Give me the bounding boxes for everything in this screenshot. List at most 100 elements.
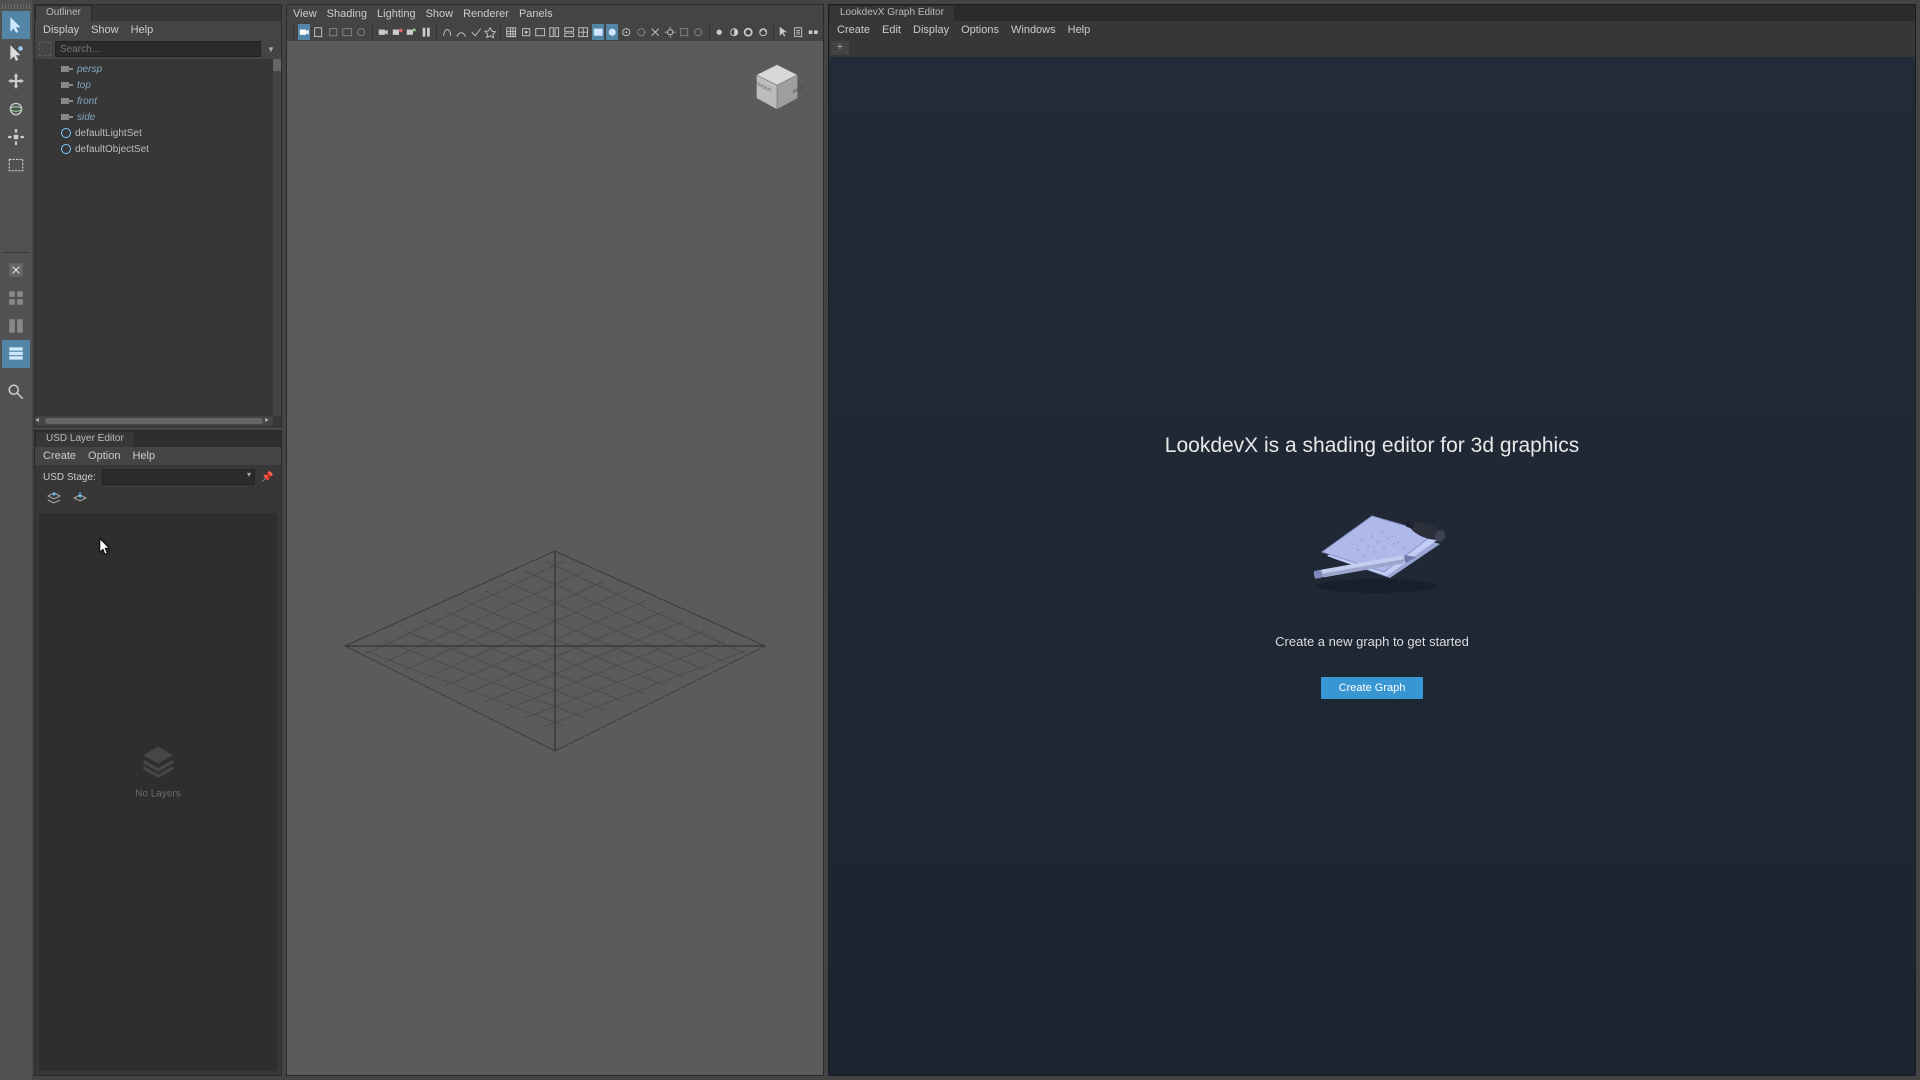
viewport-menu: View Shading Lighting Show Renderer Pane…: [287, 5, 823, 23]
lookdev-tab[interactable]: LookdevX Graph Editor: [829, 5, 1915, 21]
menu-panels[interactable]: Panels: [519, 8, 553, 20]
import-layer-button[interactable]: [71, 491, 89, 507]
outliner-tree[interactable]: persp top front side defaultLightSet def…: [35, 59, 281, 426]
menu-shading[interactable]: Shading: [327, 8, 367, 20]
overscan-icon[interactable]: [520, 24, 532, 40]
add-tab-button[interactable]: +: [831, 41, 849, 55]
menu-show[interactable]: Show: [91, 24, 119, 36]
set-icon: [61, 128, 71, 138]
select-tool[interactable]: [2, 11, 30, 39]
grid-b-tool[interactable]: [2, 312, 30, 340]
menu-windows[interactable]: Windows: [1011, 24, 1056, 36]
shade-icon[interactable]: [563, 24, 575, 40]
stage-dropdown[interactable]: [102, 469, 255, 485]
menu-options[interactable]: Options: [961, 24, 999, 36]
exposure-icon[interactable]: [713, 24, 725, 40]
usd-empty-text: No Layers: [135, 788, 181, 799]
filter-icon[interactable]: [39, 42, 51, 56]
shaded-icon[interactable]: [592, 24, 604, 40]
bookmark-icon[interactable]: [312, 24, 324, 40]
grid-icon[interactable]: [505, 24, 517, 40]
tree-item-front[interactable]: front: [35, 93, 273, 109]
menu-renderer[interactable]: Renderer: [463, 8, 509, 20]
field-chart-icon[interactable]: [420, 24, 432, 40]
menu-show[interactable]: Show: [426, 8, 454, 20]
usd-toolbar: [35, 489, 281, 513]
tree-item-lightset[interactable]: defaultLightSet: [35, 125, 273, 141]
tree-item-persp[interactable]: persp: [35, 61, 273, 77]
wireframe-icon[interactable]: [548, 24, 560, 40]
menu-create[interactable]: Create: [837, 24, 870, 36]
usd-body[interactable]: No Layers: [39, 513, 277, 1071]
hud-icon[interactable]: [807, 24, 819, 40]
pick-icon[interactable]: [778, 24, 790, 40]
lookdevx-panel: LookdevX Graph Editor Create Edit Displa…: [828, 4, 1916, 1076]
film-icon[interactable]: [377, 24, 389, 40]
gamma-icon[interactable]: [728, 24, 740, 40]
camera-icon: [61, 80, 73, 90]
toolbox-grip[interactable]: [2, 4, 30, 9]
menu-view[interactable]: View: [293, 8, 317, 20]
menu-create[interactable]: Create: [43, 450, 76, 462]
scale-tool[interactable]: [2, 123, 30, 151]
pin-icon[interactable]: 📌: [261, 472, 273, 483]
image-plane-icon[interactable]: [341, 24, 353, 40]
menu-help[interactable]: Help: [132, 450, 155, 462]
menu-display[interactable]: Display: [913, 24, 949, 36]
menu-lighting[interactable]: Lighting: [377, 8, 416, 20]
menu-edit[interactable]: Edit: [882, 24, 901, 36]
ghost-icon[interactable]: [441, 24, 453, 40]
aa-icon[interactable]: [678, 24, 690, 40]
script-icon[interactable]: [792, 24, 804, 40]
outliner-tab[interactable]: Outliner: [35, 5, 281, 21]
resolution-icon[interactable]: [405, 24, 417, 40]
rect-tool[interactable]: [2, 151, 30, 179]
safe-icon[interactable]: [534, 24, 546, 40]
light-icon[interactable]: [606, 24, 618, 40]
cm2-icon[interactable]: [757, 24, 769, 40]
grid-a-tool[interactable]: [2, 284, 30, 312]
motion-blur-icon[interactable]: [649, 24, 661, 40]
dof-icon[interactable]: [664, 24, 676, 40]
menu-help[interactable]: Help: [1068, 24, 1091, 36]
camera-icon: [61, 96, 73, 106]
menu-help[interactable]: Help: [131, 24, 154, 36]
select-camera-icon[interactable]: [298, 24, 310, 40]
2d-pan-icon[interactable]: [355, 24, 367, 40]
viewport-3d[interactable]: FRONT RIGHT: [287, 41, 823, 1075]
layout-tool[interactable]: [2, 340, 30, 368]
layers-icon: [137, 740, 179, 782]
move-tool[interactable]: [2, 67, 30, 95]
menu-option[interactable]: Option: [88, 450, 120, 462]
tree-item-top[interactable]: top: [35, 77, 273, 93]
viewcube[interactable]: FRONT RIGHT: [749, 59, 805, 115]
texture-icon[interactable]: [577, 24, 589, 40]
cm-icon[interactable]: [742, 24, 754, 40]
search-dropdown-icon[interactable]: ▼: [265, 45, 277, 54]
vscrollbar[interactable]: [273, 59, 281, 416]
lock-icon[interactable]: [327, 24, 339, 40]
xray-icon[interactable]: [455, 24, 467, 40]
snap-tool[interactable]: [2, 256, 30, 284]
tree-item-side[interactable]: side: [35, 109, 273, 125]
menu-display[interactable]: Display: [43, 24, 79, 36]
add-layer-button[interactable]: [45, 491, 63, 507]
create-graph-button[interactable]: Create Graph: [1321, 677, 1424, 699]
left-toolbox: [0, 0, 32, 1080]
isolate-icon[interactable]: [484, 24, 496, 40]
lookdev-canvas[interactable]: LookdevX is a shading editor for 3d grap…: [829, 57, 1915, 1075]
search-tool[interactable]: [2, 378, 30, 406]
tree-item-objectset[interactable]: defaultObjectSet: [35, 141, 273, 157]
search-input[interactable]: [55, 41, 261, 57]
hscrollbar[interactable]: ◂▸: [35, 416, 273, 426]
viewport-toolbar: [287, 23, 823, 41]
soft-shadow-icon[interactable]: [692, 24, 704, 40]
joint-xray-icon[interactable]: [470, 24, 482, 40]
rotate-tool[interactable]: [2, 95, 30, 123]
usd-tab[interactable]: USD Layer Editor: [35, 431, 281, 447]
lasso-tool[interactable]: [2, 39, 30, 67]
ao-icon[interactable]: [635, 24, 647, 40]
gate-icon[interactable]: [391, 24, 403, 40]
ground-grid: [335, 526, 775, 756]
shadow-icon[interactable]: [620, 24, 632, 40]
